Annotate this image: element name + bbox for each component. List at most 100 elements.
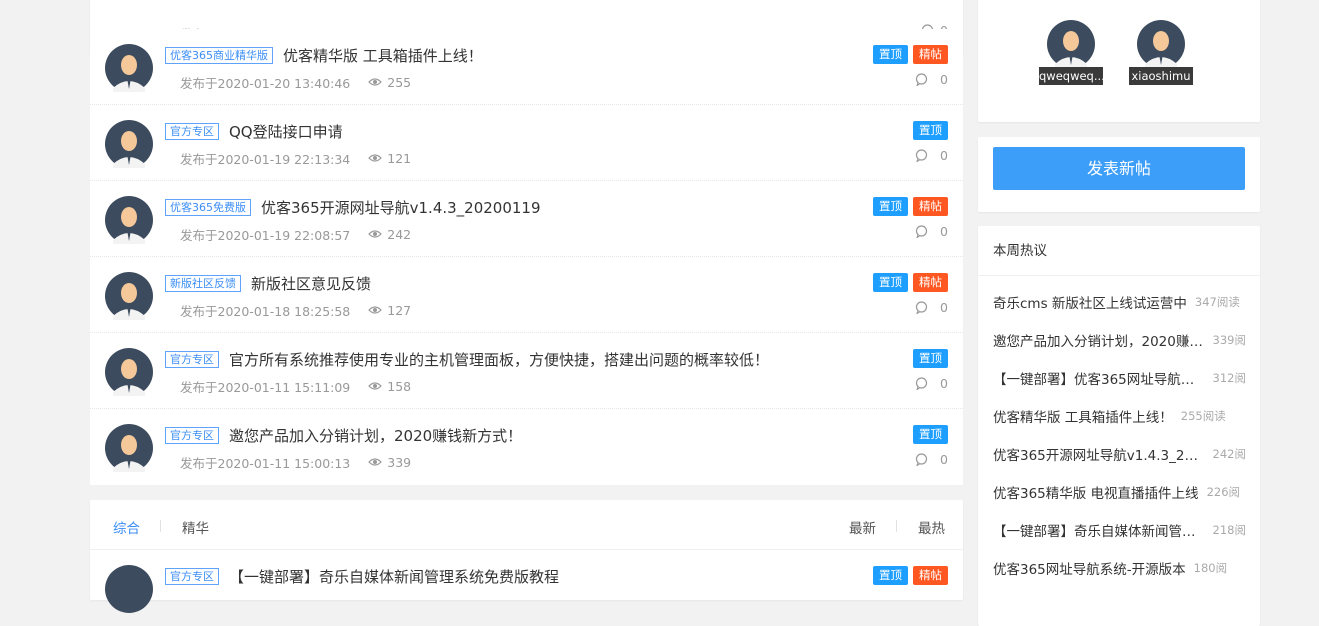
- post-item[interactable]: 官方专区 官方所有系统推荐使用专业的主机管理面板，方便快捷，搭建出问题的概率较低！…: [90, 333, 963, 409]
- hot-item-count: 339阅: [1212, 333, 1246, 347]
- post-item[interactable]: 官方专区 QQ登陆接口申请 发布于2020-01-19 22:13:34 121 置顶 0: [90, 105, 963, 181]
- eye-icon: [368, 227, 383, 242]
- post-list-secondary: 综合 精华 最新 最热 官方专区 【一键部署】奇乐自媒体新闻管理系统免费版教程 …: [90, 500, 963, 613]
- user-name[interactable]: qweqweq...: [1039, 67, 1103, 85]
- badge-essence: 精帖: [913, 45, 948, 64]
- hot-item-count: 347阅读: [1194, 295, 1240, 309]
- badge-top: 置顶: [913, 121, 948, 140]
- hot-item-title[interactable]: 【一键部署】优客365网址导航系统: [993, 368, 1205, 388]
- tab-bar: 综合 精华 最新 最热: [90, 500, 963, 550]
- comment-icon: [915, 301, 934, 314]
- badge-essence: 精帖: [913, 197, 948, 216]
- comment-icon: [915, 149, 934, 162]
- badge-top: 置顶: [873, 273, 908, 292]
- avatar[interactable]: [105, 348, 153, 396]
- hot-item-title[interactable]: 优客365精华版 电视直播插件上线: [993, 482, 1199, 502]
- comment-count: 0: [940, 452, 948, 467]
- comment-count: 0: [940, 300, 948, 315]
- comment-count: 0: [940, 376, 948, 391]
- avatar: [1137, 20, 1185, 68]
- comment-icon: [915, 225, 934, 238]
- tab-divider: [896, 520, 897, 532]
- avatar[interactable]: [105, 196, 153, 244]
- hot-item[interactable]: 【一键部署】优客365网址导航系统 312阅: [993, 368, 1246, 388]
- eye-icon: [368, 75, 383, 90]
- badge-top: 置顶: [873, 197, 908, 216]
- post-title[interactable]: 优客精华版 工具箱插件上线！: [283, 45, 483, 66]
- post-date: 发布于2020-01-20 13:40:46: [180, 76, 351, 91]
- hot-item[interactable]: 优客365开源网址导航v1.4.3_20200119 242阅: [993, 444, 1246, 464]
- hot-item[interactable]: 优客365精华版 电视直播插件上线 226阅: [993, 482, 1246, 502]
- avatar[interactable]: [105, 44, 153, 92]
- post-category[interactable]: 新版社区反馈: [165, 274, 241, 292]
- eye-icon: [368, 455, 383, 470]
- post-list-body: 优客365商业精华版 优客精华版 工具箱插件上线！ 发布于2020-01-20 13…: [90, 29, 963, 485]
- post-category[interactable]: 优客365免费版: [165, 198, 251, 216]
- hot-item-count: 226阅: [1206, 485, 1241, 499]
- new-post-button[interactable]: 发表新帖: [993, 147, 1245, 190]
- post-date: 发布于2020-01-19 22:08:57: [180, 228, 351, 243]
- post-category[interactable]: 官方专区: [165, 426, 219, 444]
- comment-icon: [915, 73, 934, 86]
- tab-divider: [160, 520, 161, 532]
- post-item[interactable]: 官方专区 邀您产品加入分销计划，2020赚钱新方式！ 发布于2020-01-11 1…: [90, 409, 963, 485]
- tab-all[interactable]: 综合: [113, 517, 140, 537]
- post-date: 发布于2020-01-11 15:00:13: [180, 456, 351, 471]
- comment-count: 0: [940, 148, 948, 163]
- view-count: 158: [387, 379, 412, 394]
- eye-icon: [368, 303, 383, 318]
- post-category[interactable]: 优客365商业精华版: [165, 46, 273, 64]
- badge-top: 置顶: [873, 45, 908, 64]
- hot-item[interactable]: 优客365网址导航系统-开源版本 180阅: [993, 558, 1246, 578]
- avatar[interactable]: [105, 272, 153, 320]
- badge-top: 置顶: [873, 566, 908, 585]
- avatar[interactable]: [105, 424, 153, 472]
- user-card[interactable]: qweqweq...: [1039, 20, 1103, 85]
- view-count: 242: [387, 227, 412, 242]
- hot-item-count: 180阅: [1193, 561, 1228, 575]
- tab-hottest[interactable]: 最热: [918, 517, 945, 537]
- hot-item[interactable]: 奇乐cms 新版社区上线试运营中 347阅读: [993, 292, 1246, 312]
- tab-essence[interactable]: 精华: [182, 517, 209, 537]
- badge-top: 置顶: [913, 349, 948, 368]
- hot-item[interactable]: 邀您产品加入分销计划，2020赚钱新方式！ 339阅: [993, 330, 1246, 350]
- new-post-panel: 发表新帖: [978, 137, 1260, 212]
- hot-item-title[interactable]: 优客365开源网址导航v1.4.3_20200119: [993, 444, 1205, 464]
- post-title[interactable]: QQ登陆接口申请: [229, 121, 343, 142]
- post-category[interactable]: 官方专区: [165, 350, 219, 368]
- post-item[interactable]: 优客365免费版 优客365开源网址导航v1.4.3_20200119 发布于202…: [90, 181, 963, 257]
- post-title[interactable]: 【一键部署】奇乐自媒体新闻管理系统免费版教程: [229, 566, 559, 587]
- post-category[interactable]: 官方专区: [165, 568, 219, 585]
- post-title[interactable]: 优客365开源网址导航v1.4.3_20200119: [261, 197, 541, 218]
- user-card[interactable]: xiaoshimu: [1129, 20, 1193, 85]
- comment-count: 0: [940, 72, 948, 87]
- post-item[interactable]: 新版社区反馈 新版社区意见反馈发布于2020-01-18 18:25:58 127 置…: [90, 257, 963, 333]
- hot-item-title[interactable]: 优客精华版 工具箱插件上线！: [993, 406, 1173, 426]
- post-category[interactable]: 官方专区: [165, 122, 219, 140]
- view-count: 121: [387, 151, 412, 166]
- avatar: [105, 565, 153, 613]
- post-title[interactable]: 邀您产品加入分销计划，2020赚钱新方式！: [229, 425, 522, 446]
- badge-essence: 精帖: [913, 566, 948, 585]
- avatar: [1047, 20, 1095, 68]
- eye-icon: [368, 379, 383, 394]
- hot-item-title[interactable]: 优客365网址导航系统-开源版本: [993, 558, 1186, 578]
- tab-latest[interactable]: 最新: [849, 517, 876, 537]
- post-item[interactable]: 官方专区 【一键部署】奇乐自媒体新闻管理系统免费版教程 置顶 精帖: [90, 550, 963, 613]
- post-title[interactable]: 新版社区意见反馈: [251, 273, 371, 294]
- post-date: 发布于2020-01-18 18:25:58: [180, 304, 351, 319]
- comment-icon: [915, 377, 934, 390]
- hot-item-title[interactable]: 【一键部署】奇乐自媒体新闻管理系统: [993, 520, 1205, 540]
- post-title[interactable]: 官方所有系统推荐使用专业的主机管理面板，方便快捷，搭建出问题的概率较低！: [229, 349, 769, 370]
- view-count: 127: [387, 303, 412, 318]
- user-name[interactable]: xiaoshimu: [1129, 67, 1193, 85]
- hot-item-title[interactable]: 奇乐cms 新版社区上线试运营中: [993, 292, 1187, 312]
- avatar[interactable]: [105, 120, 153, 168]
- view-count: 255: [387, 75, 412, 90]
- hot-item-title[interactable]: 邀您产品加入分销计划，2020赚钱新方式！: [993, 330, 1205, 350]
- post-item[interactable]: 优客365商业精华版 优客精华版 工具箱插件上线！ 发布于2020-01-20 13…: [90, 29, 963, 105]
- hot-item[interactable]: 【一键部署】奇乐自媒体新闻管理系统 218阅: [993, 520, 1246, 540]
- badge-essence: 精帖: [913, 273, 948, 292]
- active-users-panel: qweqweq... xiaoshimu: [978, 0, 1260, 122]
- hot-item[interactable]: 优客精华版 工具箱插件上线！ 255阅读: [993, 406, 1246, 426]
